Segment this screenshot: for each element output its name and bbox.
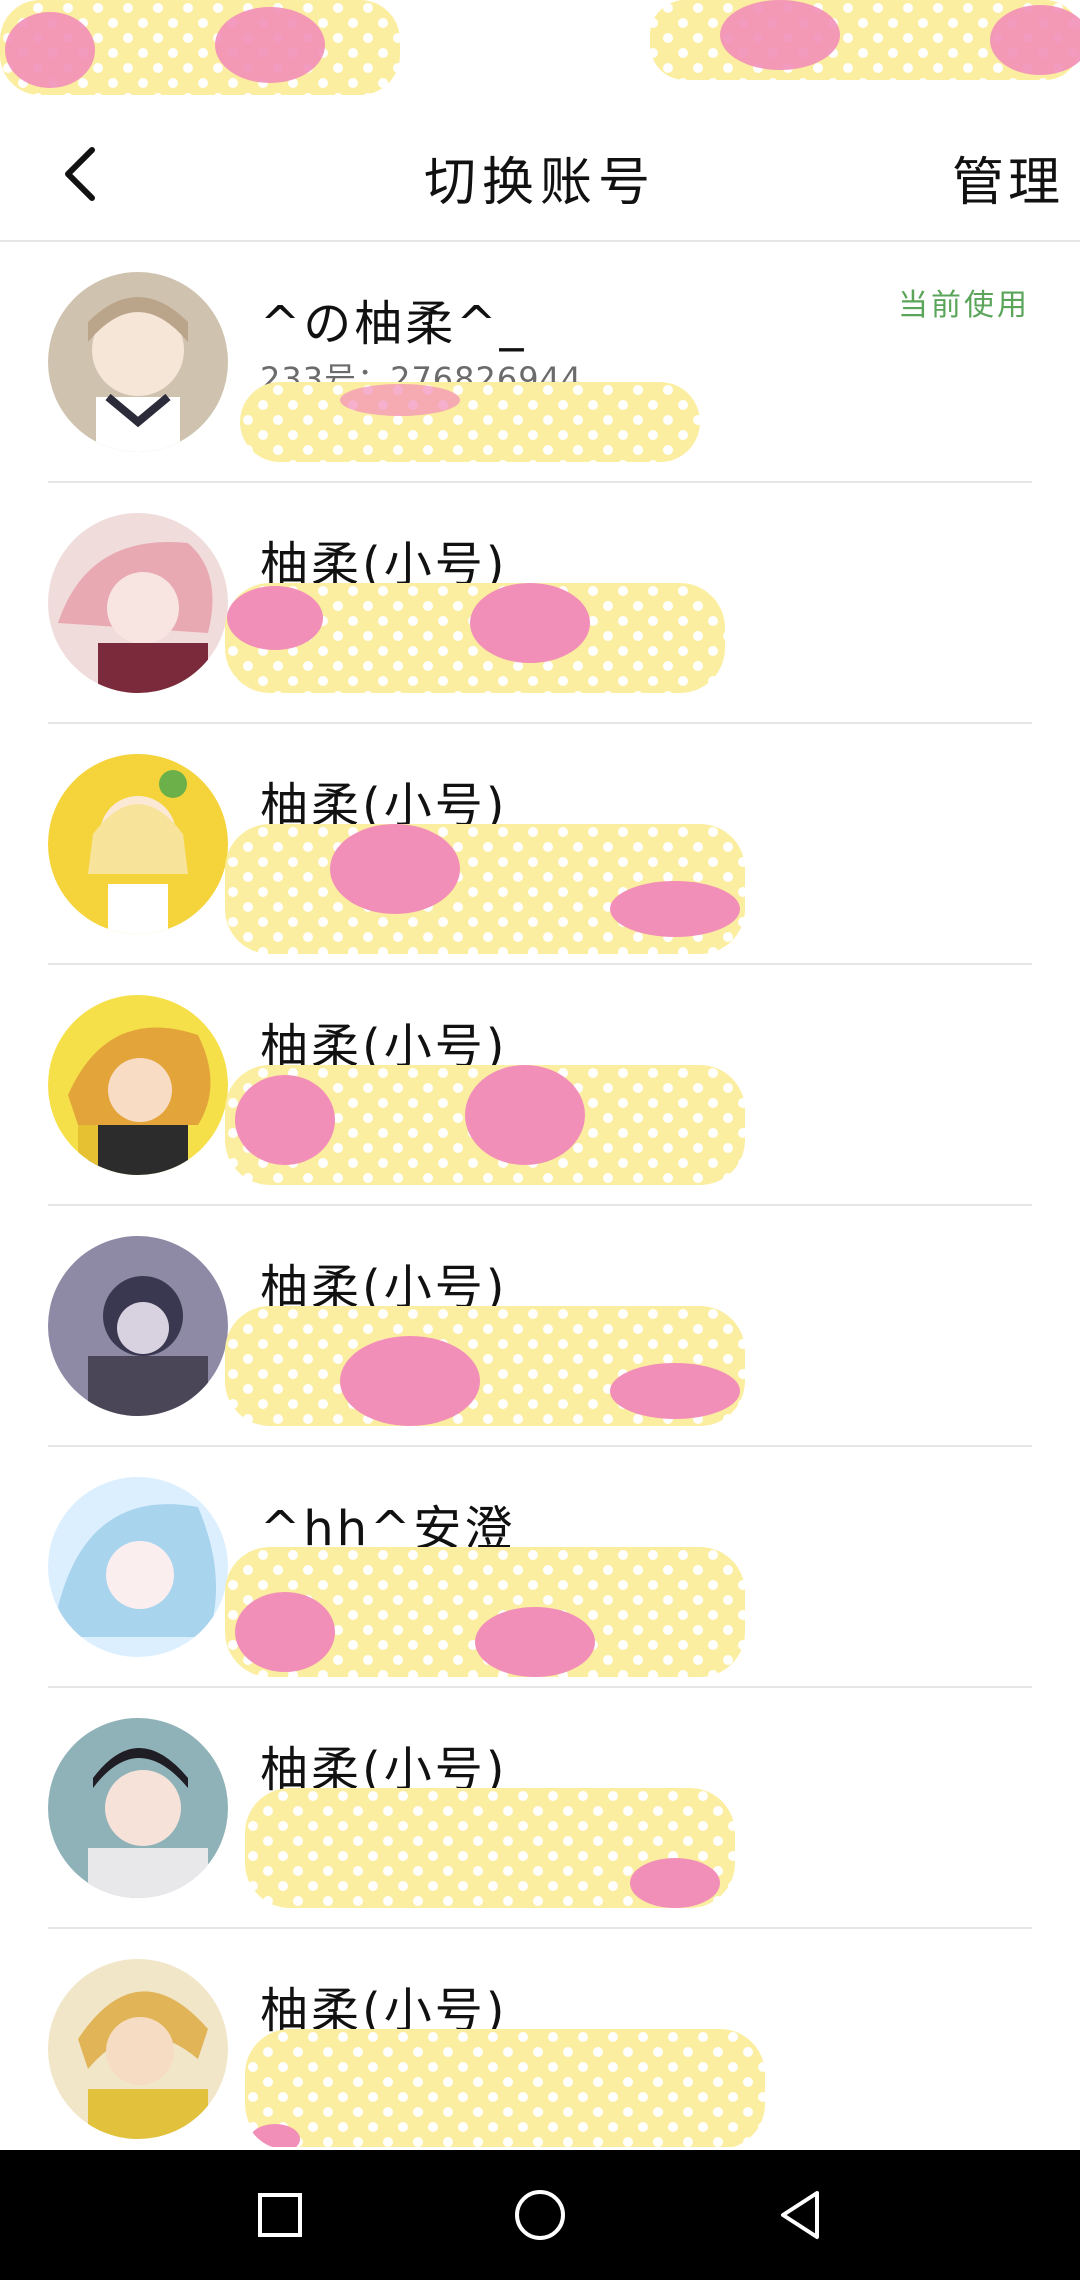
square-recents-icon <box>258 2193 302 2237</box>
status-bar <box>0 0 1080 110</box>
account-item[interactable]: 柚柔(小号) <box>0 1688 1080 1929</box>
current-account-badge: 当前使用 <box>898 288 1030 323</box>
account-item[interactable]: ^hh^安澄 <box>0 1447 1080 1688</box>
redaction-sticker <box>225 1306 745 1426</box>
header: 切换账号 管理 <box>0 110 1080 242</box>
navigation-bar <box>0 2150 1080 2280</box>
redaction-sticker <box>245 1788 735 1908</box>
account-item[interactable]: 柚柔(小号) <box>0 1206 1080 1447</box>
status-bar-sticker <box>0 0 1080 95</box>
recents-button[interactable] <box>230 2165 330 2265</box>
account-item[interactable]: 柚柔(小号) <box>0 1929 1080 2147</box>
avatar <box>48 1718 228 1898</box>
avatar <box>48 1959 228 2139</box>
account-item[interactable]: 柚柔(小号) <box>0 483 1080 724</box>
page-title: 切换账号 <box>423 153 656 213</box>
back-nav-button[interactable] <box>750 2165 850 2265</box>
avatar <box>48 513 228 693</box>
account-item[interactable]: ^の柚柔^_ 233号：276826944 当前使用 <box>0 242 1080 483</box>
avatar <box>48 1477 228 1657</box>
avatar <box>48 1236 228 1416</box>
manage-button[interactable]: 管理 <box>952 140 1064 215</box>
account-item[interactable]: 柚柔(小号) <box>0 724 1080 965</box>
avatar <box>48 754 228 934</box>
account-nickname: ^の柚柔^_ <box>260 296 527 352</box>
redaction-sticker <box>225 824 745 954</box>
redaction-sticker <box>240 382 700 462</box>
triangle-back-icon <box>781 2191 819 2239</box>
redaction-sticker <box>225 583 725 693</box>
avatar <box>48 272 228 452</box>
account-list: ^の柚柔^_ 233号：276826944 当前使用 柚柔(小号) 柚柔(小号)… <box>0 242 1080 2147</box>
home-button[interactable] <box>490 2165 590 2265</box>
redaction-sticker <box>225 1547 745 1677</box>
redaction-sticker <box>225 1065 745 1185</box>
circle-home-icon <box>515 2190 565 2240</box>
avatar <box>48 995 228 1175</box>
redaction-sticker <box>245 2029 765 2147</box>
account-item[interactable]: 柚柔(小号) <box>0 965 1080 1206</box>
